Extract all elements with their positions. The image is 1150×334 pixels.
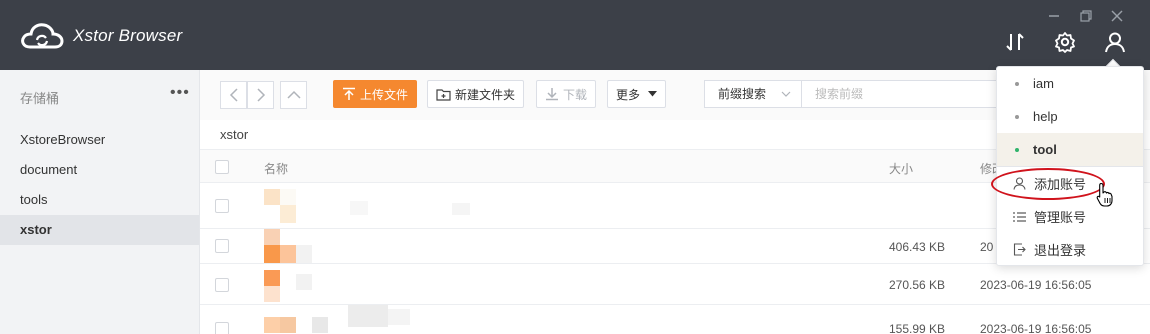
bucket-list: XstoreBrowser document tools xstor	[0, 125, 199, 245]
account-dot-icon	[1015, 114, 1019, 119]
hand-cursor-icon	[1096, 182, 1113, 207]
file-icon	[312, 317, 328, 333]
account-label: tool	[1033, 142, 1057, 157]
file-icon	[280, 189, 296, 205]
restore-icon[interactable]	[1077, 8, 1095, 24]
user-icon[interactable]	[1103, 30, 1127, 54]
file-name-placeholder	[348, 305, 388, 327]
new-folder-icon	[436, 88, 451, 101]
account-item-iam[interactable]: iam	[997, 67, 1143, 100]
sidebar-item-xstor[interactable]: xstor	[0, 215, 199, 245]
account-dot-icon	[1015, 81, 1019, 86]
caret-down-icon	[648, 91, 658, 97]
forward-button[interactable]	[247, 81, 274, 109]
file-icon	[264, 270, 280, 286]
account-item-help[interactable]: help	[997, 100, 1143, 133]
chevron-left-icon	[229, 88, 238, 102]
manage-accounts-label: 管理账号	[1034, 210, 1087, 225]
file-icon	[280, 245, 296, 263]
manage-accounts-item[interactable]: 管理账号	[997, 200, 1143, 233]
row-checkbox[interactable]	[215, 322, 229, 334]
row-checkbox[interactable]	[215, 239, 229, 253]
cloud-logo-icon	[21, 23, 64, 49]
file-icon	[280, 205, 296, 223]
file-icon	[264, 245, 280, 263]
account-label: help	[1033, 109, 1058, 124]
new-folder-button[interactable]: 新建文件夹	[427, 80, 525, 108]
transfer-icon[interactable]	[1003, 30, 1027, 54]
file-size: 155.99 KB	[889, 322, 946, 334]
highlight-ellipse	[991, 168, 1105, 200]
column-name[interactable]: 名称	[264, 160, 288, 177]
search-mode-label: 前缀搜索	[718, 87, 767, 101]
upload-label: 上传文件	[360, 87, 409, 102]
upload-icon	[342, 87, 356, 101]
download-icon	[545, 87, 559, 101]
row-checkbox[interactable]	[215, 199, 229, 213]
up-button[interactable]	[280, 81, 307, 109]
row-checkbox[interactable]	[215, 278, 229, 292]
select-all-checkbox[interactable]	[215, 160, 229, 174]
close-icon[interactable]	[1108, 8, 1126, 24]
file-icon	[296, 274, 312, 290]
upload-button[interactable]: 上传文件	[333, 80, 418, 108]
file-icon	[280, 317, 296, 333]
column-size[interactable]: 大小	[889, 160, 913, 177]
account-label: iam	[1033, 76, 1054, 91]
chevron-down-icon	[781, 81, 791, 116]
more-label: 更多	[616, 87, 641, 102]
download-label: 下载	[563, 87, 588, 102]
file-icon	[264, 189, 280, 205]
minimize-icon[interactable]	[1045, 8, 1063, 24]
logout-label: 退出登录	[1034, 243, 1087, 258]
file-size: 270.56 KB	[889, 278, 946, 292]
table-row[interactable]: 270.56 KB 2023-06-19 16:56:05	[200, 264, 1150, 305]
chevron-right-icon	[256, 88, 265, 102]
gear-icon[interactable]	[1053, 30, 1077, 54]
file-modified: 2023-06-19 16:56:05	[980, 322, 1092, 334]
table-row[interactable]: 155.99 KB 2023-06-19 16:56:05	[200, 305, 1150, 334]
sidebar-item-document[interactable]: document	[0, 155, 199, 185]
file-size: 406.43 KB	[889, 240, 946, 254]
sidebar-item-tools[interactable]: tools	[0, 185, 199, 215]
active-account-dot-icon	[1015, 147, 1019, 152]
logout-icon	[1012, 243, 1026, 256]
search-mode-select[interactable]: 前缀搜索	[704, 80, 802, 108]
title-bar: Xstor Browser	[0, 0, 1150, 70]
file-icon	[264, 229, 280, 245]
file-icon	[264, 317, 280, 333]
new-folder-label: 新建文件夹	[455, 87, 516, 102]
list-icon	[1012, 211, 1026, 223]
logout-item[interactable]: 退出登录	[997, 233, 1143, 266]
chevron-up-icon	[286, 90, 301, 99]
more-button[interactable]: 更多	[607, 80, 667, 108]
back-button[interactable]	[220, 81, 247, 109]
more-options-icon[interactable]: •••	[170, 84, 190, 102]
download-button[interactable]: 下载	[536, 80, 597, 108]
file-name-placeholder	[350, 201, 368, 215]
account-item-tool[interactable]: tool	[997, 133, 1143, 166]
app-title: Xstor Browser	[73, 26, 183, 45]
file-modified: 2023-06-19 16:56:05	[980, 278, 1092, 292]
search-input[interactable]: 搜索前缀	[801, 80, 1001, 108]
file-modified: 20	[980, 240, 994, 254]
file-name-placeholder	[452, 203, 470, 215]
sidebar: 存储桶 ••• XstoreBrowser document tools xst…	[0, 70, 200, 334]
file-icon	[296, 245, 312, 263]
file-name-placeholder	[388, 309, 410, 325]
sidebar-header: 存储桶	[20, 91, 60, 106]
sidebar-item-xstorebrowser[interactable]: XstoreBrowser	[0, 125, 199, 155]
file-icon	[264, 286, 280, 302]
